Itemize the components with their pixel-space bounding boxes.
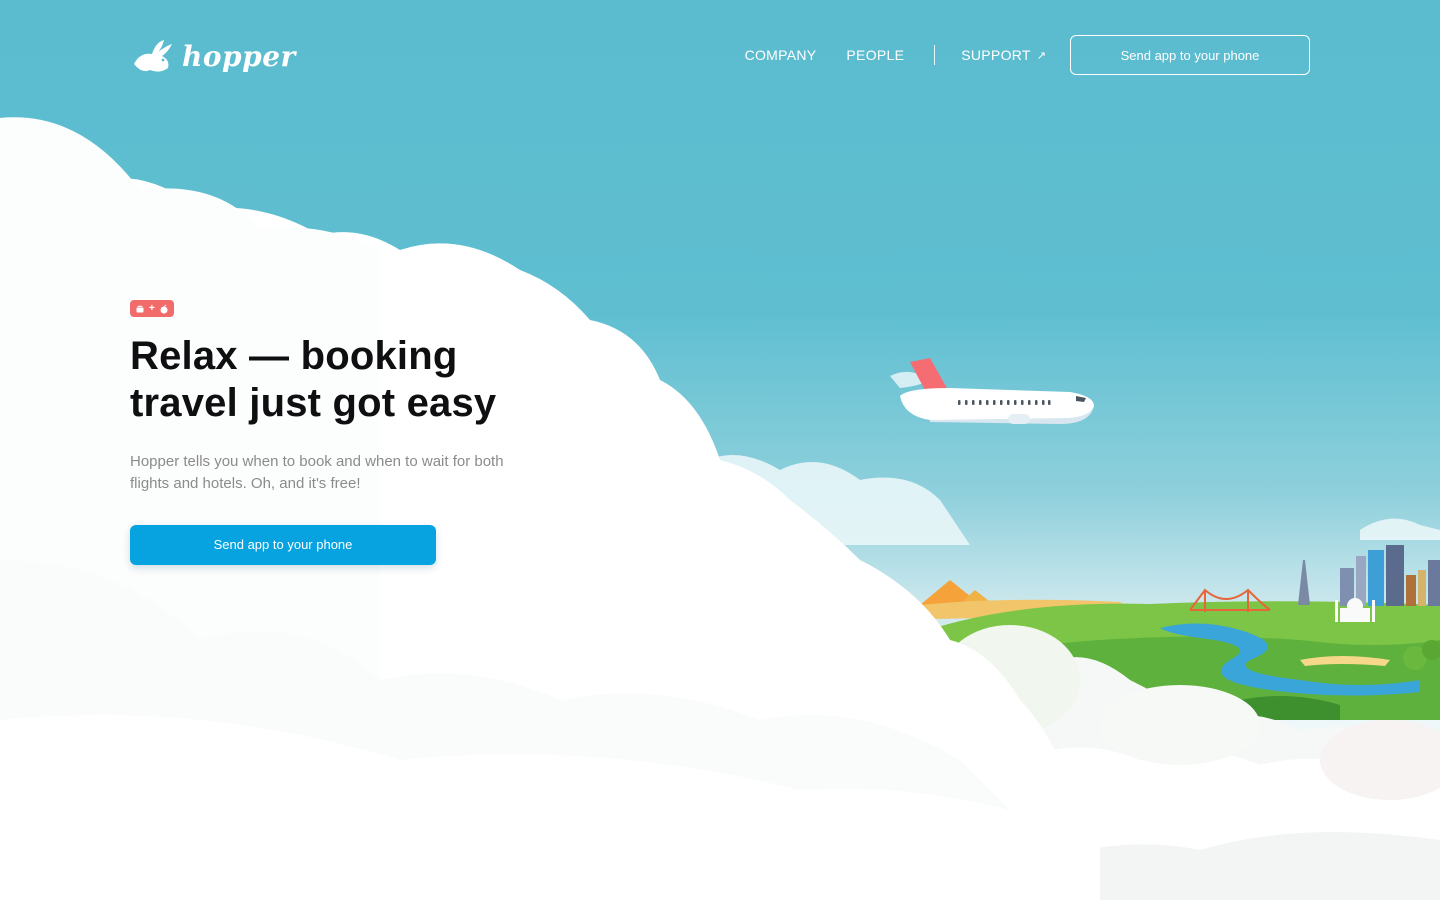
hopper-logo[interactable]: hopper	[130, 36, 296, 76]
headline-line-1: Relax — booking	[130, 333, 458, 378]
nav-support-label: SUPPORT	[961, 47, 1031, 63]
hero-subtext: Hopper tells you when to book and when t…	[130, 452, 504, 492]
badge-separator: +	[149, 303, 155, 314]
airplane-body	[900, 388, 1094, 422]
main-nav: COMPANY PEOPLE SUPPORT ↗ Send app to you…	[745, 35, 1310, 75]
nav-people[interactable]: PEOPLE	[846, 47, 904, 63]
nav-divider	[934, 45, 936, 65]
external-arrow-icon: ↗	[1036, 49, 1046, 62]
bunny-logo-icon	[134, 40, 172, 72]
apple-icon	[160, 304, 168, 313]
android-icon	[136, 305, 144, 312]
hero-headline: Relax — booking travel just got easy	[130, 333, 550, 427]
header-send-app-button[interactable]: Send app to your phone	[1070, 35, 1310, 75]
brand-name: hopper	[182, 39, 296, 73]
city-skyline	[1340, 545, 1440, 606]
nav-support[interactable]: SUPPORT ↗	[961, 47, 1046, 63]
nav-company[interactable]: COMPANY	[745, 47, 817, 63]
site-header: hopper COMPANY PEOPLE SUPPORT ↗ Send app…	[0, 0, 1440, 110]
platform-badge: +	[130, 300, 174, 317]
eiffel-tower	[1298, 560, 1310, 605]
hero-send-app-button[interactable]: Send app to your phone	[130, 524, 436, 565]
headline-line-2: travel just got easy	[130, 380, 497, 425]
airplane	[890, 358, 1094, 424]
hero-section: + Relax — booking travel just got easy H…	[130, 300, 550, 565]
